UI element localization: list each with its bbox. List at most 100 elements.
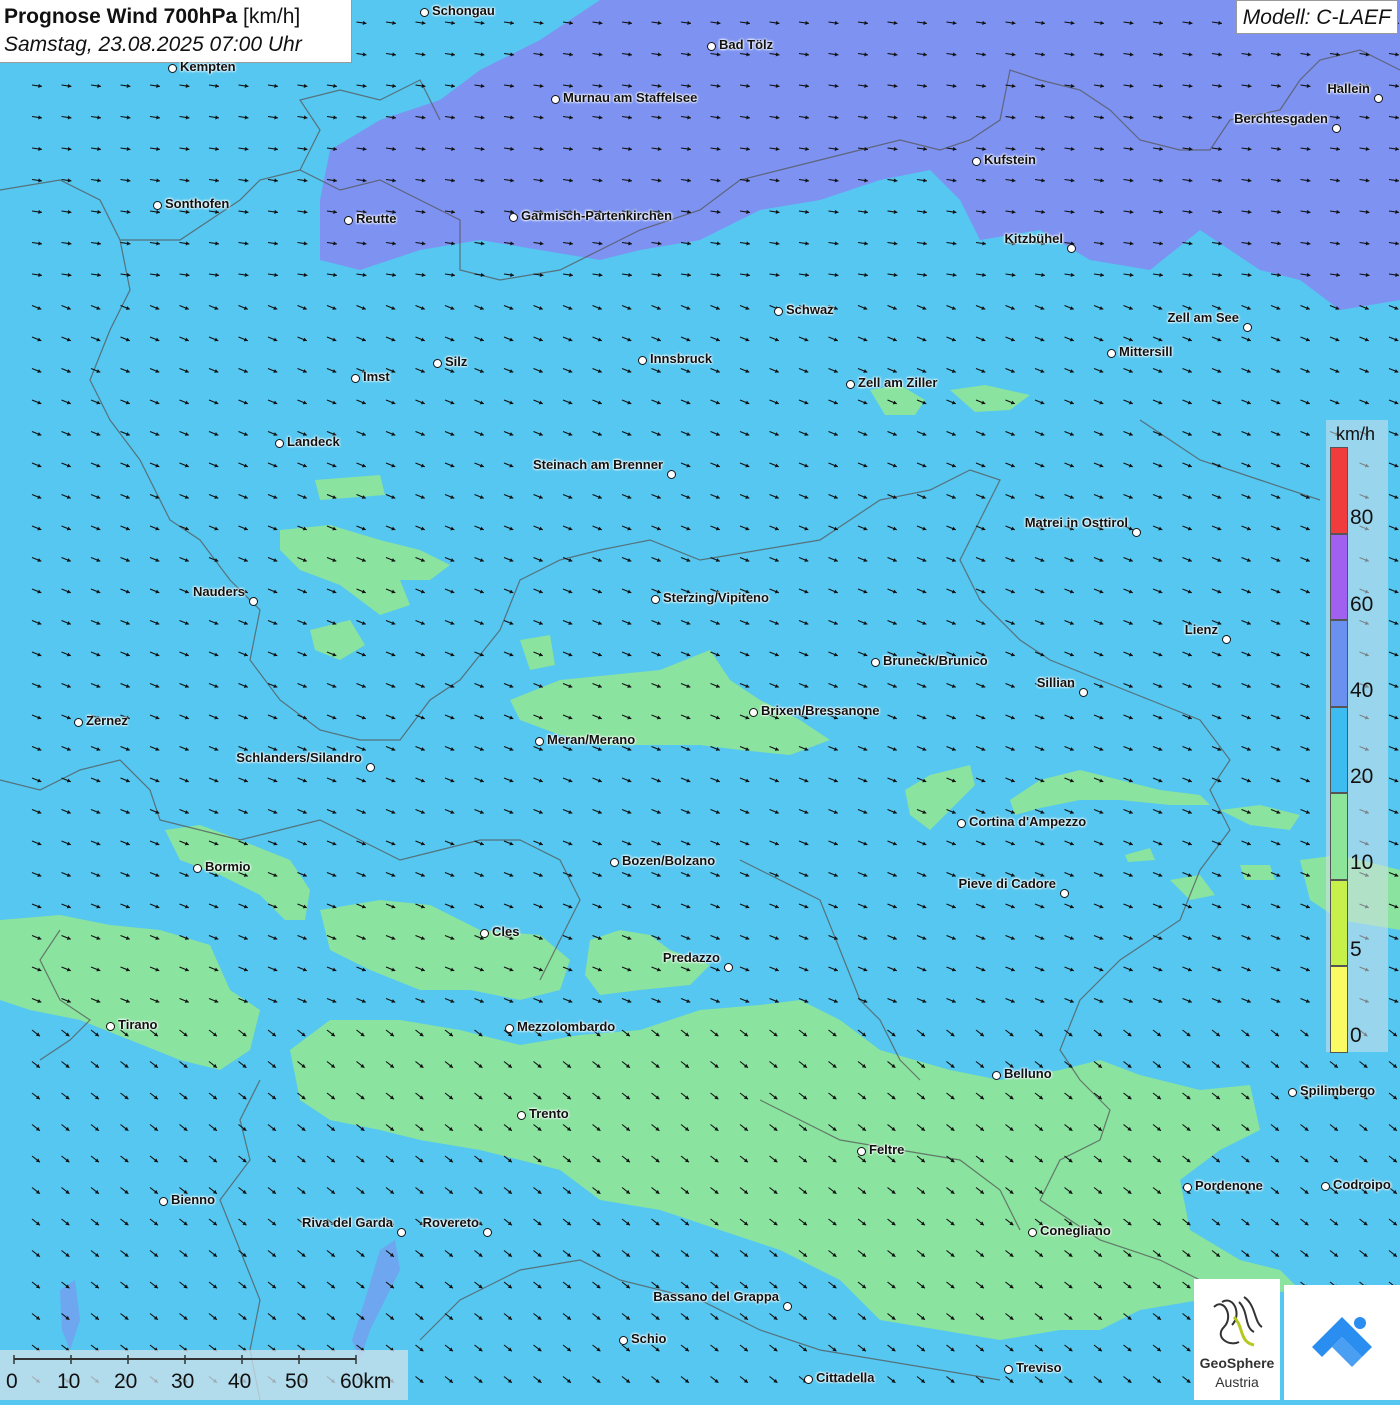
city-marker-dot xyxy=(1222,635,1231,644)
scale-label: 20 xyxy=(114,1370,138,1393)
city-label: Sillian xyxy=(1036,675,1075,690)
title-line1: Prognose Wind 700hPa [km/h] xyxy=(4,3,347,31)
city-label: Bassano del Grappa xyxy=(653,1289,779,1304)
legend-band xyxy=(1330,793,1348,880)
city-marker-dot xyxy=(707,42,716,51)
city-marker-dot xyxy=(651,595,660,604)
city-label: Bad Tölz xyxy=(719,37,774,52)
city-label: Mittersill xyxy=(1119,344,1173,359)
city-label: Matrei in Osttirol xyxy=(1024,515,1128,530)
city-label: Kitzbühel xyxy=(1004,231,1064,246)
city-marker-dot xyxy=(74,718,83,727)
city-label: Bienno xyxy=(171,1192,216,1207)
city-label: Landeck xyxy=(287,434,340,449)
legend-tick-label: 0 xyxy=(1350,1024,1362,1047)
forecast-datetime: Samstag, 23.08.2025 07:00 Uhr xyxy=(4,33,302,56)
city-label: Schwaz xyxy=(786,302,834,317)
city-marker-dot xyxy=(1028,1228,1037,1237)
legend-tick-label: 60 xyxy=(1350,593,1374,616)
city-marker-dot xyxy=(1060,889,1069,898)
warning-app-icon xyxy=(1312,1317,1372,1367)
city-marker-dot xyxy=(249,597,258,606)
city-marker-dot xyxy=(168,64,177,73)
city-marker-dot xyxy=(857,1147,866,1156)
city-marker-dot xyxy=(749,708,758,717)
city-marker-dot xyxy=(1332,124,1341,133)
city-marker-dot xyxy=(972,157,981,166)
city-marker-dot xyxy=(724,963,733,972)
city-marker-dot xyxy=(159,1197,168,1206)
city-marker-dot xyxy=(551,95,560,104)
city-label: Garmisch-Partenkirchen xyxy=(521,208,673,223)
city-label: Schlanders/Silandro xyxy=(236,750,362,765)
city-label: Zell am Ziller xyxy=(858,375,938,390)
city-label: Schio xyxy=(631,1331,667,1346)
legend-unit: km/h xyxy=(1336,424,1376,444)
city-marker-dot xyxy=(153,201,162,210)
legend-band xyxy=(1330,620,1348,707)
city-label: Riva del Garda xyxy=(301,1215,393,1230)
city-marker-dot xyxy=(483,1228,492,1237)
city-marker-dot xyxy=(1374,94,1383,103)
city-marker-dot xyxy=(610,858,619,867)
city-label: Reutte xyxy=(356,211,397,226)
warning-app-logo[interactable] xyxy=(1284,1285,1400,1400)
city-marker-dot xyxy=(480,929,489,938)
legend-band xyxy=(1330,533,1348,620)
city-marker-dot xyxy=(667,470,676,479)
city-label: Pordenone xyxy=(1195,1178,1263,1193)
city-label: Innsbruck xyxy=(650,351,713,366)
city-label: Lienz xyxy=(1184,622,1218,637)
legend-band xyxy=(1330,879,1348,966)
city-label: Bormio xyxy=(205,859,251,874)
model-label: Modell: C-LAEF xyxy=(1235,0,1398,34)
city-label: Zell am See xyxy=(1167,310,1239,325)
city-label: Tirano xyxy=(118,1017,158,1032)
city-marker-dot xyxy=(366,763,375,772)
city-marker-dot xyxy=(275,439,284,448)
city-marker-dot xyxy=(957,819,966,828)
legend-tick-label: 5 xyxy=(1350,938,1362,961)
city-marker-dot xyxy=(1004,1365,1013,1374)
scale-label: 60km xyxy=(340,1370,392,1393)
city-marker-dot xyxy=(1067,244,1076,253)
city-label: Bruneck/Brunico xyxy=(883,653,988,668)
scale-label: 50 xyxy=(285,1370,309,1393)
city-label: Mezzolombardo xyxy=(517,1019,616,1034)
scale-label: 10 xyxy=(57,1370,81,1393)
city-marker-dot xyxy=(638,356,647,365)
city-label: Steinach am Brenner xyxy=(532,457,663,472)
city-label: Conegliano xyxy=(1040,1223,1111,1238)
city-label: Cittadella xyxy=(816,1370,875,1385)
title-box: Prognose Wind 700hPa [km/h] Samstag, 23.… xyxy=(0,0,352,63)
city-label: Hallein xyxy=(1327,81,1370,96)
city-marker-dot xyxy=(1132,528,1141,537)
legend-tick-label: 40 xyxy=(1350,679,1374,702)
scale-label: 30 xyxy=(171,1370,195,1393)
city-label: Cortina d'Ampezzo xyxy=(969,814,1087,829)
city-marker-dot xyxy=(1107,349,1116,358)
city-marker-dot xyxy=(106,1022,115,1031)
scale-label: 40 xyxy=(228,1370,252,1393)
city-label: Silz xyxy=(445,354,468,369)
geosphere-logo[interactable]: GeoSphere Austria xyxy=(1194,1279,1280,1400)
city-label: Belluno xyxy=(1004,1066,1052,1081)
geosphere-logo-icon xyxy=(1213,1296,1263,1347)
city-marker-dot xyxy=(774,307,783,316)
scale-label: 0 xyxy=(6,1370,18,1393)
city-label: Sonthofen xyxy=(165,196,230,211)
legend-band xyxy=(1330,447,1348,534)
city-label: Sterzing/Vipiteno xyxy=(663,590,769,605)
city-marker-dot xyxy=(509,213,518,222)
city-marker-dot xyxy=(992,1071,1001,1080)
city-label: Rovereto xyxy=(422,1215,479,1230)
city-marker-dot xyxy=(433,359,442,368)
city-marker-dot xyxy=(517,1111,526,1120)
city-label: Kufstein xyxy=(984,152,1036,167)
city-label: Spilimbergo xyxy=(1300,1083,1376,1098)
city-marker-dot xyxy=(1288,1088,1297,1097)
city-label: Brixen/Bressanone xyxy=(761,703,880,718)
logo-sub: Austria xyxy=(1215,1374,1259,1390)
city-label: Trento xyxy=(529,1106,569,1121)
city-marker-dot xyxy=(397,1228,406,1237)
